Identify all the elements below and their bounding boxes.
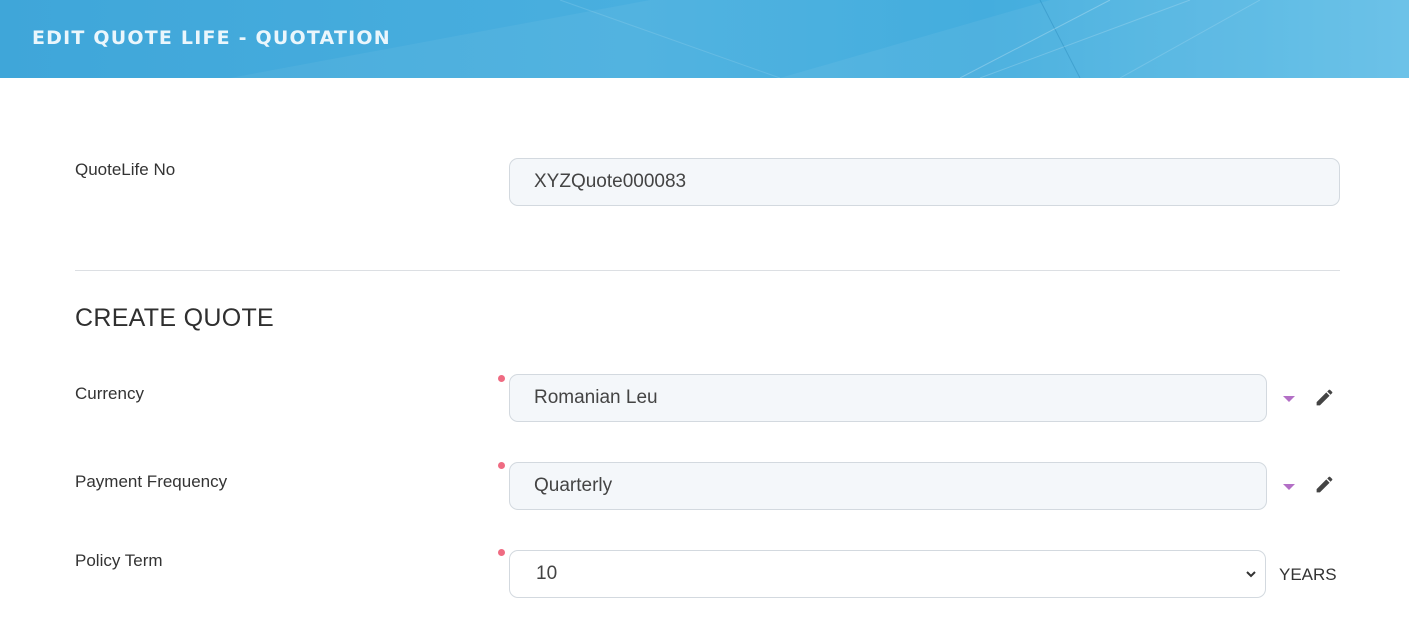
required-indicator — [498, 462, 505, 469]
section-title: CREATE QUOTE — [75, 304, 274, 332]
payment-frequency-label: Payment Frequency — [75, 472, 228, 491]
caret-down-icon[interactable] — [1283, 396, 1295, 402]
currency-label: Currency — [75, 384, 144, 403]
required-indicator — [498, 375, 505, 382]
policy-term-select[interactable]: 10 — [509, 550, 1266, 598]
policy-term-unit: YEARS — [1279, 565, 1337, 584]
policy-term-label: Policy Term — [75, 551, 163, 570]
pencil-icon[interactable] — [1314, 474, 1335, 495]
page-title: EDIT QUOTE LIFE - QUOTATION — [32, 27, 391, 49]
quote-no-label: QuoteLife No — [75, 160, 176, 179]
currency-field[interactable]: Romanian Leu — [509, 374, 1267, 422]
policy-term-value: 10 — [536, 563, 558, 584]
required-indicator — [498, 549, 505, 556]
quote-no-value: XYZQuote000083 — [534, 171, 687, 192]
payment-frequency-value: Quarterly — [534, 475, 613, 496]
currency-value: Romanian Leu — [534, 387, 658, 408]
quote-no-field[interactable]: XYZQuote000083 — [509, 158, 1340, 206]
payment-frequency-field[interactable]: Quarterly — [509, 462, 1267, 510]
chevron-down-icon — [1246, 571, 1256, 578]
pencil-icon[interactable] — [1314, 387, 1335, 408]
page-header: EDIT QUOTE LIFE - QUOTATION — [0, 0, 1409, 78]
caret-down-icon[interactable] — [1283, 484, 1295, 490]
section-divider — [75, 270, 1340, 271]
